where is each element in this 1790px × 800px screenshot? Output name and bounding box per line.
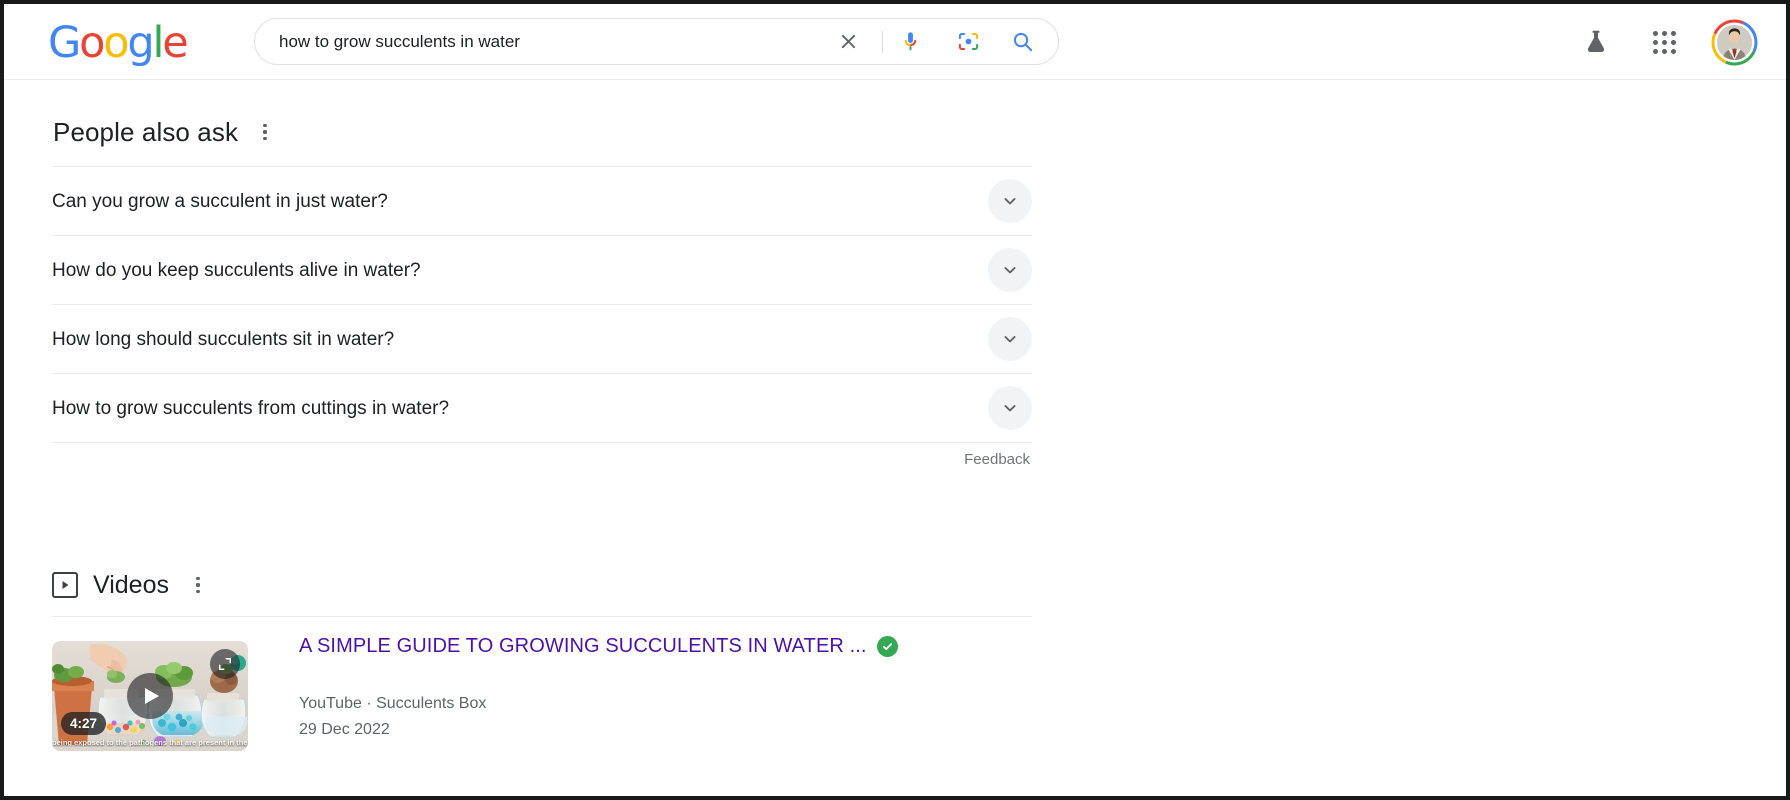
- people-also-ask-item[interactable]: How do you keep succulents alive in wate…: [52, 235, 1032, 304]
- microphone-icon[interactable]: [890, 19, 930, 64]
- logo-letter-4: g: [127, 18, 154, 68]
- chevron-down-icon[interactable]: [988, 179, 1032, 223]
- people-also-ask-title: People also ask: [53, 116, 239, 147]
- chevron-down-icon[interactable]: [988, 386, 1032, 430]
- video-thumbnail[interactable]: 4:27 being exposed to the pathogens that…: [52, 641, 248, 751]
- screenshot-frame: Google how to grow succulents in water P…: [0, 0, 1790, 800]
- people-also-ask-footer: Feedback: [52, 442, 1032, 482]
- people-also-ask-question[interactable]: How to grow succulents from cuttings in …: [52, 374, 449, 443]
- video-date: 29 Dec 2022: [299, 721, 390, 738]
- video-result-item: 4:27 being exposed to the pathogens that…: [52, 635, 1032, 796]
- people-also-ask-section: People also ask Can you grow a succulent…: [52, 108, 1032, 482]
- video-play-box-icon: [52, 572, 78, 598]
- video-title-row: A SIMPLE GUIDE TO GROWING SUCCULENTS IN …: [299, 635, 999, 658]
- close-icon[interactable]: [828, 19, 868, 64]
- verified-check-icon: [876, 636, 898, 657]
- people-also-ask-item[interactable]: Can you grow a succulent in just water?: [52, 166, 1032, 235]
- people-also-ask-item[interactable]: How long should succulents sit in water?: [52, 304, 1032, 373]
- people-also-ask-list: Can you grow a succulent in just water? …: [52, 166, 1032, 482]
- people-also-ask-header: People also ask: [52, 108, 1032, 156]
- header-actions: [1575, 13, 1758, 71]
- videos-title: Videos: [93, 570, 169, 599]
- video-thumbnail-caption: being exposed to the pathogens that are …: [52, 738, 248, 747]
- video-source: YouTube · Succulents Box: [299, 695, 487, 712]
- people-also-ask-item[interactable]: How to grow succulents from cuttings in …: [52, 373, 1032, 442]
- search-results-content: People also ask Can you grow a succulent…: [4, 80, 1786, 796]
- logo-letter-6: e: [162, 18, 188, 68]
- videos-divider: [52, 616, 1032, 617]
- video-title-link[interactable]: A SIMPLE GUIDE TO GROWING SUCCULENTS IN …: [299, 635, 867, 658]
- avatar-photo: [1715, 22, 1754, 62]
- logo-letter-3: o: [103, 18, 129, 68]
- labs-flask-icon[interactable]: [1575, 21, 1617, 63]
- three-dot-menu-icon[interactable]: [185, 572, 211, 598]
- feedback-link[interactable]: Feedback: [964, 451, 1030, 468]
- videos-section: Videos 4:27 being exposed to the pathoge…: [52, 558, 1032, 796]
- videos-header: Videos: [52, 558, 1032, 612]
- google-search-results-page: Google how to grow succulents in water P…: [4, 4, 1786, 796]
- apps-grid-dots: [1652, 30, 1676, 54]
- google-lens-camera-icon[interactable]: [948, 19, 988, 64]
- video-result-info: A SIMPLE GUIDE TO GROWING SUCCULENTS IN …: [299, 635, 999, 739]
- google-logo[interactable]: Google: [48, 18, 189, 68]
- people-also-ask-question[interactable]: Can you grow a succulent in just water?: [52, 167, 388, 236]
- chevron-down-icon[interactable]: [988, 248, 1032, 292]
- logo-letter-2: o: [79, 18, 105, 68]
- video-duration-badge: 4:27: [61, 712, 107, 735]
- search-bar-divider: [882, 31, 883, 53]
- people-also-ask-question[interactable]: How long should succulents sit in water?: [52, 305, 394, 374]
- people-also-ask-question[interactable]: How do you keep succulents alive in wate…: [52, 236, 421, 305]
- user-avatar[interactable]: [1711, 19, 1758, 66]
- play-button-icon[interactable]: [127, 673, 173, 719]
- search-bar[interactable]: how to grow succulents in water: [254, 18, 1059, 65]
- logo-letter-1: G: [48, 18, 81, 68]
- logo-letter-5: l: [152, 18, 164, 68]
- expand-arrows-icon[interactable]: [210, 649, 240, 679]
- chevron-down-icon[interactable]: [988, 317, 1032, 361]
- page-header: Google how to grow succulents in water: [4, 4, 1786, 80]
- apps-grid-icon[interactable]: [1643, 21, 1685, 63]
- three-dot-menu-icon[interactable]: [252, 119, 278, 145]
- search-magnifier-icon[interactable]: [1000, 19, 1044, 64]
- search-input[interactable]: how to grow succulents in water: [279, 19, 809, 64]
